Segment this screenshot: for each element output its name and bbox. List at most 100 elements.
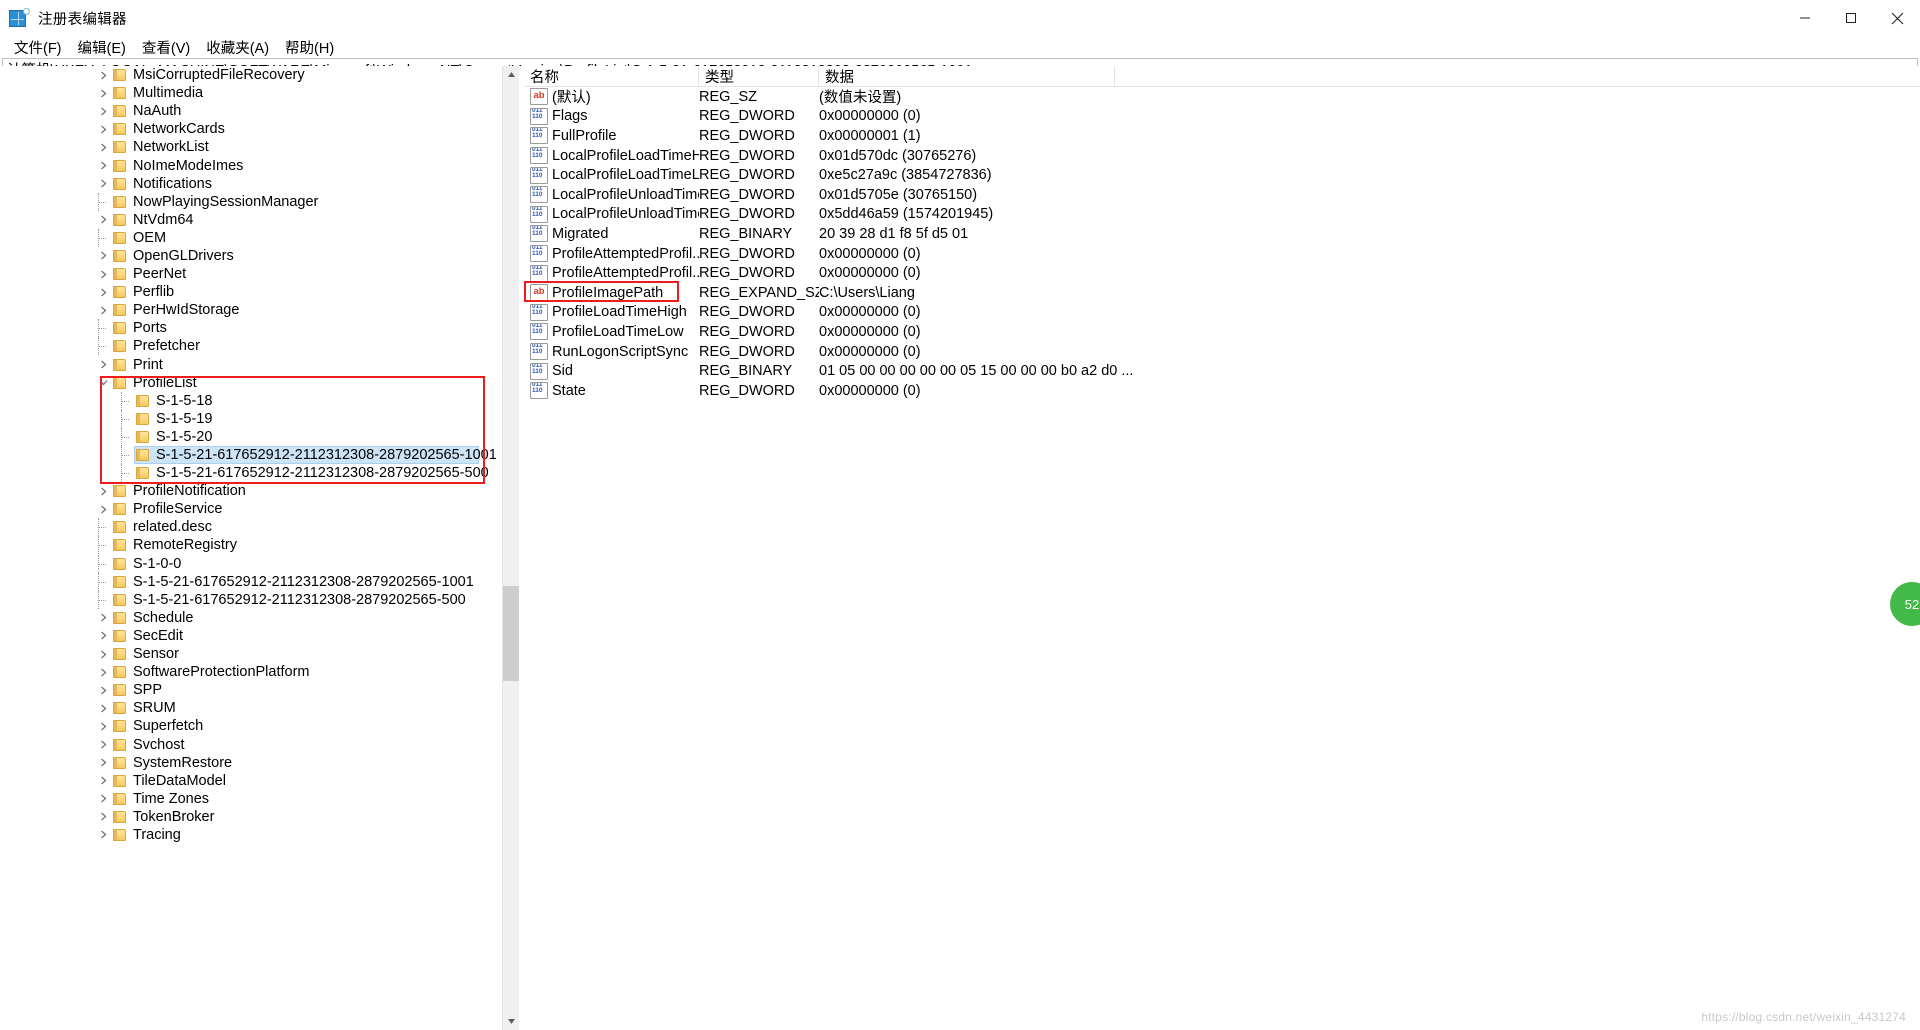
scroll-up-icon[interactable] bbox=[503, 66, 519, 83]
chevron-right-icon[interactable] bbox=[95, 645, 111, 663]
value-row[interactable]: ProfileAttemptedProfil...REG_DWORD 0x0000… bbox=[524, 244, 1920, 264]
tree-item[interactable]: Superfetch bbox=[0, 717, 503, 735]
value-row[interactable]: (默认) REG_SZ (数值未设置) bbox=[524, 87, 1920, 107]
chevron-right-icon[interactable] bbox=[95, 356, 111, 374]
tree-item[interactable]: S-1-5-21-617652912-2112312308-2879202565… bbox=[0, 572, 503, 591]
menu-favorites[interactable]: 收藏夹(A) bbox=[198, 36, 277, 59]
tree-item[interactable]: Multimedia bbox=[0, 84, 503, 102]
chevron-right-icon[interactable] bbox=[95, 138, 111, 156]
tree-item[interactable]: NaAuth bbox=[0, 102, 503, 120]
tree-item[interactable]: SRUM bbox=[0, 699, 503, 717]
value-row[interactable]: Migrated REG_BINARY 20 39 28 d1 f8 5f d5 0… bbox=[524, 224, 1920, 244]
tree-item[interactable]: OpenGLDrivers bbox=[0, 247, 503, 265]
chevron-right-icon[interactable] bbox=[95, 790, 111, 808]
chevron-right-icon[interactable] bbox=[95, 265, 111, 283]
chevron-right-icon[interactable] bbox=[95, 663, 111, 681]
value-row[interactable]: State REG_DWORD 0x00000000 (0) bbox=[524, 381, 1920, 401]
tree-item[interactable]: NowPlayingSessionManager bbox=[0, 192, 503, 211]
tree-item[interactable]: Ports bbox=[0, 319, 503, 338]
tree-item[interactable]: Svchost bbox=[0, 735, 503, 753]
chevron-right-icon[interactable] bbox=[95, 736, 111, 754]
tree-item[interactable]: Prefetcher bbox=[0, 337, 503, 356]
tree-item[interactable]: S-1-5-21-617652912-2112312308-2879202565… bbox=[0, 445, 503, 465]
chevron-down-icon[interactable] bbox=[95, 374, 111, 392]
value-row[interactable]: ProfileImagePath REG_EXPAND_SZC:\Users\Li… bbox=[524, 283, 1920, 303]
value-row[interactable]: Flags REG_DWORD 0x00000000 (0) bbox=[524, 107, 1920, 127]
value-row[interactable]: RunLogonScriptSync REG_DWORD 0x00000000 (0… bbox=[524, 342, 1920, 362]
close-button[interactable] bbox=[1874, 0, 1920, 36]
value-row[interactable]: Sid REG_BINARY 01 05 00 00 00 00 00 05 15 … bbox=[524, 361, 1920, 381]
column-header-data[interactable]: 数据 bbox=[819, 66, 1115, 86]
tree-item[interactable]: NetworkList bbox=[0, 138, 503, 156]
value-row[interactable]: FullProfile REG_DWORD 0x00000001 (1) bbox=[524, 126, 1920, 146]
chevron-right-icon[interactable] bbox=[95, 301, 111, 319]
scroll-down-icon[interactable] bbox=[503, 1013, 519, 1030]
tree-item[interactable]: ProfileList bbox=[0, 374, 503, 392]
tree-item[interactable]: Tracing bbox=[0, 826, 503, 844]
chevron-right-icon[interactable] bbox=[95, 102, 111, 120]
tree-item[interactable]: SoftwareProtectionPlatform bbox=[0, 663, 503, 681]
value-row[interactable]: LocalProfileUnloadTime...REG_DWORD 0x5dd4… bbox=[524, 205, 1920, 225]
menu-help[interactable]: 帮助(H) bbox=[277, 36, 342, 59]
chevron-right-icon[interactable] bbox=[95, 717, 111, 735]
tree-item[interactable]: S-1-5-21-617652912-2112312308-2879202565… bbox=[0, 590, 503, 609]
chevron-right-icon[interactable] bbox=[95, 500, 111, 518]
tree-item[interactable]: MsiCorruptedFileRecovery bbox=[0, 66, 503, 84]
value-row[interactable]: LocalProfileLoadTimeL...REG_DWORD 0xe5c27… bbox=[524, 165, 1920, 185]
chevron-right-icon[interactable] bbox=[95, 808, 111, 826]
chevron-right-icon[interactable] bbox=[95, 754, 111, 772]
tree-item[interactable]: ProfileNotification bbox=[0, 482, 503, 500]
value-row[interactable]: ProfileLoadTimeHigh REG_DWORD 0x00000000 (… bbox=[524, 303, 1920, 323]
tree-vertical-scrollbar[interactable] bbox=[502, 66, 519, 1030]
tree-item[interactable]: S-1-5-21-617652912-2112312308-2879202565… bbox=[0, 464, 503, 483]
value-row[interactable]: LocalProfileLoadTimeHi...REG_DWORD 0x01d5… bbox=[524, 146, 1920, 166]
chevron-right-icon[interactable] bbox=[95, 247, 111, 265]
tree-item[interactable]: Time Zones bbox=[0, 790, 503, 808]
tree-item[interactable]: S-1-5-19 bbox=[0, 409, 503, 428]
chevron-right-icon[interactable] bbox=[95, 826, 111, 844]
value-row[interactable]: ProfileLoadTimeLow REG_DWORD 0x00000000 (0… bbox=[524, 322, 1920, 342]
tree-item[interactable]: SPP bbox=[0, 681, 503, 699]
tree-item[interactable]: SecEdit bbox=[0, 627, 503, 645]
tree-item[interactable]: ProfileService bbox=[0, 500, 503, 518]
chevron-right-icon[interactable] bbox=[95, 211, 111, 229]
tree-item[interactable]: NetworkCards bbox=[0, 120, 503, 138]
tree-item[interactable]: related.desc bbox=[0, 518, 503, 537]
chevron-right-icon[interactable] bbox=[95, 175, 111, 193]
maximize-button[interactable] bbox=[1828, 0, 1874, 36]
chevron-right-icon[interactable] bbox=[95, 627, 111, 645]
column-header-type[interactable]: 类型 bbox=[699, 66, 819, 86]
tree-item[interactable]: TokenBroker bbox=[0, 808, 503, 826]
chevron-right-icon[interactable] bbox=[95, 681, 111, 699]
tree-scrollbar-thumb[interactable] bbox=[503, 586, 519, 681]
tree-item[interactable]: NoImeModeImes bbox=[0, 156, 503, 174]
chevron-right-icon[interactable] bbox=[95, 772, 111, 790]
value-row[interactable]: ProfileAttemptedProfil...REG_DWORD 0x0000… bbox=[524, 263, 1920, 283]
chevron-right-icon[interactable] bbox=[95, 699, 111, 717]
tree-item[interactable]: Perflib bbox=[0, 283, 503, 301]
tree-item[interactable]: NtVdm64 bbox=[0, 211, 503, 229]
tree-item[interactable]: OEM bbox=[0, 228, 503, 247]
tree-item[interactable]: Notifications bbox=[0, 175, 503, 193]
tree-item[interactable]: S-1-5-20 bbox=[0, 427, 503, 446]
values-list[interactable]: (默认) REG_SZ (数值未设置) Flags REG_DWORD 0x0000000… bbox=[524, 87, 1920, 401]
tree-item[interactable]: Schedule bbox=[0, 609, 503, 627]
tree-item[interactable]: SystemRestore bbox=[0, 754, 503, 772]
minimize-button[interactable] bbox=[1782, 0, 1828, 36]
chevron-right-icon[interactable] bbox=[95, 120, 111, 138]
chevron-right-icon[interactable] bbox=[95, 609, 111, 627]
menu-edit[interactable]: 编辑(E) bbox=[70, 36, 134, 59]
chevron-right-icon[interactable] bbox=[95, 84, 111, 102]
tree-item[interactable]: RemoteRegistry bbox=[0, 536, 503, 555]
tree-item[interactable]: S-1-5-18 bbox=[0, 391, 503, 410]
registry-tree[interactable]: MsiCorruptedFileRecovery Multimedia NaAuth… bbox=[0, 66, 503, 1030]
chevron-right-icon[interactable] bbox=[95, 157, 111, 175]
chevron-right-icon[interactable] bbox=[95, 66, 111, 84]
tree-item[interactable]: S-1-0-0 bbox=[0, 554, 503, 573]
tree-item[interactable]: PerHwIdStorage bbox=[0, 301, 503, 319]
menu-view[interactable]: 查看(V) bbox=[134, 36, 198, 59]
value-row[interactable]: LocalProfileUnloadTime...REG_DWORD 0x01d5… bbox=[524, 185, 1920, 205]
column-header-name[interactable]: 名称 bbox=[524, 66, 699, 86]
tree-item[interactable]: TileDataModel bbox=[0, 772, 503, 790]
menu-file[interactable]: 文件(F) bbox=[6, 36, 70, 59]
